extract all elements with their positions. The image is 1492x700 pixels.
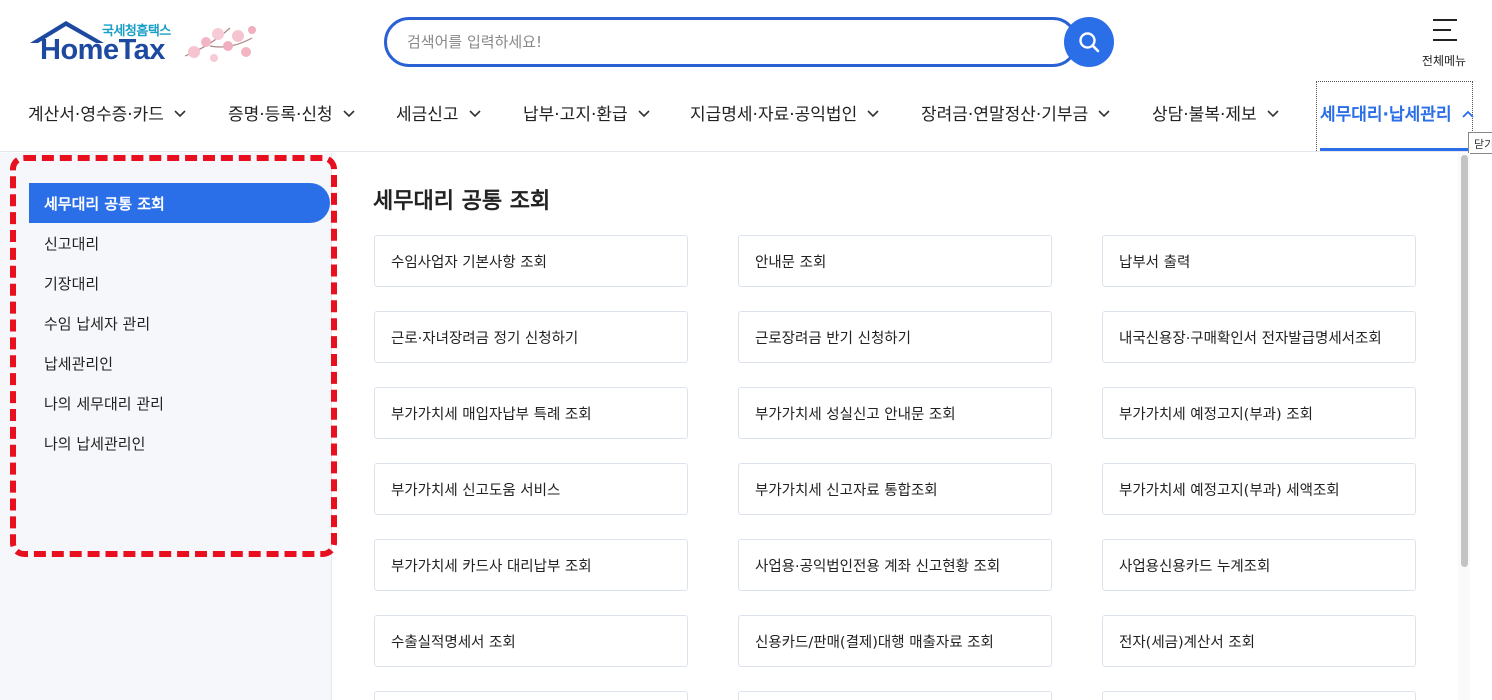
main-nav: 계산서·영수증·카드 증명·등록·신청 세금신고 납부·고지·환급 지급명세·자… bbox=[0, 80, 1492, 152]
nav-item-label: 지급명세·자료·공익법인 bbox=[690, 105, 858, 125]
hometax-logo[interactable]: 국세청홈택스 HomeTax bbox=[28, 16, 268, 76]
nav-item-payment-statement[interactable]: 지급명세·자료·공익법인 bbox=[690, 100, 879, 125]
menu-card[interactable]: 사업용신용카드 누계조회 bbox=[1102, 539, 1416, 591]
chevron-down-icon bbox=[1098, 109, 1110, 117]
nav-item-payment[interactable]: 납부·고지·환급 bbox=[523, 100, 650, 125]
chevron-down-icon bbox=[174, 109, 186, 117]
nav-item-certificate[interactable]: 증명·등록·신청 bbox=[228, 100, 355, 125]
all-menu-button[interactable]: 전체메뉴 bbox=[1414, 18, 1474, 68]
scrollbar-thumb[interactable] bbox=[1461, 155, 1468, 567]
menu-card[interactable]: 근로·자녀장려금 정기 신청하기 bbox=[374, 311, 688, 363]
menu-card[interactable] bbox=[1102, 691, 1416, 700]
close-tooltip: 닫기 bbox=[1468, 132, 1492, 154]
menu-card[interactable]: 내국신용장·구매확인서 전자발급명세서조회 bbox=[1102, 311, 1416, 363]
menu-card[interactable]: 부가가치세 예정고지(부과) 세액조회 bbox=[1102, 463, 1416, 515]
sidebar-highlight-box bbox=[10, 155, 337, 557]
nav-item-tax-report[interactable]: 세금신고 bbox=[396, 100, 481, 125]
page-title: 세무대리 공통 조회 bbox=[373, 189, 551, 214]
search-box bbox=[384, 17, 1078, 67]
search-icon bbox=[1079, 32, 1100, 53]
menu-card[interactable]: 수출실적명세서 조회 bbox=[374, 615, 688, 667]
menu-card[interactable] bbox=[374, 691, 688, 700]
nav-item-label: 증명·등록·신청 bbox=[228, 105, 333, 125]
menu-card[interactable]: 부가가치세 신고도움 서비스 bbox=[374, 463, 688, 515]
nav-item-label: 세무대리·납세관리 bbox=[1320, 105, 1452, 125]
nav-item-invoice[interactable]: 계산서·영수증·카드 bbox=[28, 100, 186, 125]
nav-item-label: 계산서·영수증·카드 bbox=[28, 105, 164, 125]
menu-card[interactable]: 부가가치세 카드사 대리납부 조회 bbox=[374, 539, 688, 591]
menu-card[interactable]: 납부서 출력 bbox=[1102, 235, 1416, 287]
search-button[interactable] bbox=[1064, 17, 1114, 67]
menu-card[interactable]: 부가가치세 매입자납부 특례 조회 bbox=[374, 387, 688, 439]
search-input[interactable] bbox=[407, 20, 1047, 64]
chevron-down-icon bbox=[343, 109, 355, 117]
nav-item-label: 장려금·연말정산·기부금 bbox=[921, 105, 1089, 125]
nav-item-label: 납부·고지·환급 bbox=[523, 105, 628, 125]
menu-card[interactable]: 수임사업자 기본사항 조회 bbox=[374, 235, 688, 287]
menu-card[interactable]: 부가가치세 성실신고 안내문 조회 bbox=[738, 387, 1052, 439]
menu-card[interactable] bbox=[738, 691, 1052, 700]
header: 국세청홈택스 HomeTax 전체메뉴 bbox=[0, 0, 1492, 80]
chevron-down-icon bbox=[1267, 109, 1279, 117]
menu-card[interactable]: 부가가치세 예정고지(부과) 조회 bbox=[1102, 387, 1416, 439]
nav-item-label: 상담·불복·제보 bbox=[1152, 105, 1257, 125]
nav-active-underline bbox=[1320, 148, 1472, 151]
menu-card[interactable]: 근로장려금 반기 신청하기 bbox=[738, 311, 1052, 363]
nav-item-tax-agent[interactable]: 세무대리·납세관리 bbox=[1320, 100, 1474, 125]
menu-card[interactable]: 안내문 조회 bbox=[738, 235, 1052, 287]
logo-title: HomeTax bbox=[40, 34, 165, 66]
nav-item-label: 세금신고 bbox=[396, 105, 459, 125]
chevron-down-icon bbox=[468, 109, 481, 117]
menu-card[interactable]: 사업용·공익법인전용 계좌 신고현황 조회 bbox=[738, 539, 1052, 591]
menu-card[interactable]: 부가가치세 신고자료 통합조회 bbox=[738, 463, 1052, 515]
hamburger-icon bbox=[1433, 19, 1457, 41]
blossom-icon bbox=[184, 26, 256, 62]
chevron-down-icon bbox=[638, 109, 650, 117]
menu-card[interactable]: 전자(세금)계산서 조회 bbox=[1102, 615, 1416, 667]
nav-item-incentive[interactable]: 장려금·연말정산·기부금 bbox=[921, 100, 1110, 125]
menu-card[interactable]: 신용카드/판매(결제)대행 매출자료 조회 bbox=[738, 615, 1052, 667]
nav-item-consultation[interactable]: 상담·불복·제보 bbox=[1152, 100, 1279, 125]
chevron-up-icon bbox=[1461, 110, 1474, 118]
chevron-down-icon bbox=[867, 109, 879, 117]
all-menu-label: 전체메뉴 bbox=[1421, 54, 1467, 68]
